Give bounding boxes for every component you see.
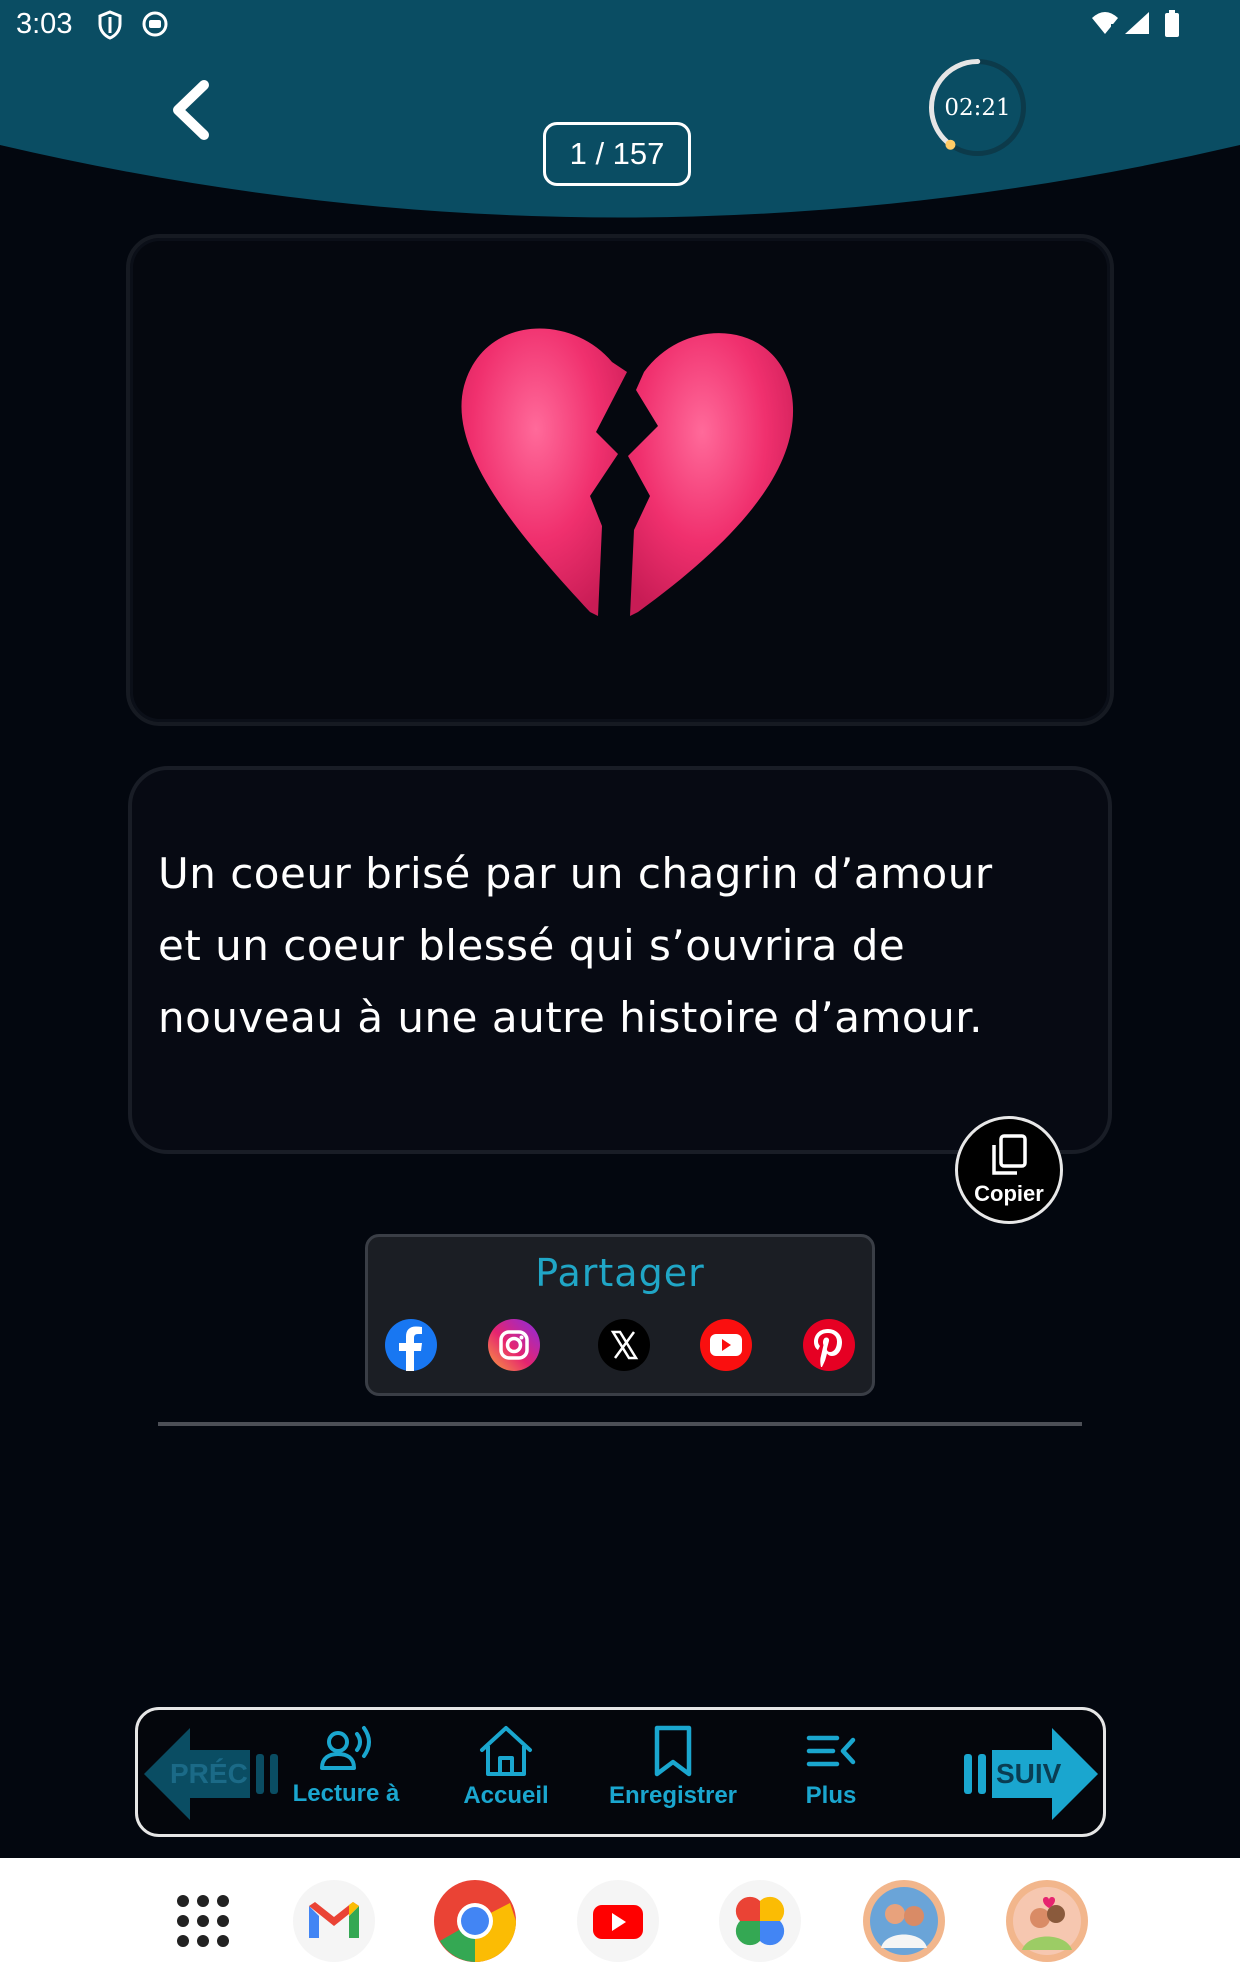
- divider: [158, 1422, 1082, 1426]
- nav-save[interactable]: Enregistrer: [598, 1724, 748, 1828]
- share-title: Partager: [535, 1251, 705, 1295]
- back-button[interactable]: [150, 70, 230, 150]
- quote-card: Un coeur brisé par un chagrin d’amour et…: [128, 766, 1112, 1154]
- quote-text: Un coeur brisé par un chagrin d’amour et…: [158, 838, 1058, 1054]
- next-button[interactable]: SUIV: [952, 1722, 1102, 1826]
- notification-app-icon: [142, 11, 168, 37]
- nav-home-label: Accueil: [463, 1782, 549, 1809]
- voice-icon: [320, 1726, 371, 1770]
- app-drawer-icon[interactable]: [160, 1878, 246, 1964]
- nav-more[interactable]: Plus: [786, 1724, 876, 1828]
- app-dock: [0, 1858, 1240, 1984]
- image-card: [126, 234, 1114, 726]
- battery-icon: [1165, 10, 1179, 37]
- x-twitter-icon[interactable]: [596, 1317, 652, 1373]
- home-icon: [480, 1726, 532, 1776]
- copy-button[interactable]: Copier: [955, 1116, 1063, 1224]
- previous-button[interactable]: PRÉC: [140, 1722, 290, 1826]
- nav-read-aloud-label: Lecture à: [292, 1780, 400, 1807]
- nav-read-aloud[interactable]: Lecture à: [286, 1724, 406, 1828]
- status-bar: 3:03: [0, 0, 1240, 50]
- menu-more-icon: [806, 1735, 856, 1767]
- bottom-nav: PRÉC Lecture à Accueil Enregistrer Plus: [135, 1707, 1106, 1837]
- timer: 02:21: [925, 55, 1030, 160]
- broken-heart-emoji: [461, 328, 794, 616]
- quote-line: Un coeur brisé par un chagrin d’amour: [158, 849, 993, 898]
- nav-more-label: Plus: [805, 1782, 857, 1809]
- couple-app-icon[interactable]: [861, 1878, 947, 1964]
- love-app-icon[interactable]: [1004, 1878, 1090, 1964]
- signal-icon: [1125, 12, 1149, 34]
- chrome-icon[interactable]: [432, 1878, 518, 1964]
- nav-home[interactable]: Accueil: [456, 1724, 556, 1828]
- previous-label: PRÉC: [170, 1758, 248, 1789]
- facebook-icon[interactable]: [383, 1317, 439, 1373]
- youtube-app-icon[interactable]: [575, 1878, 661, 1964]
- bookmark-icon: [654, 1725, 692, 1777]
- instagram-icon[interactable]: [486, 1317, 542, 1373]
- quote-line: nouveau à une autre histoire d’amour.: [158, 993, 983, 1042]
- gmail-icon[interactable]: [291, 1878, 377, 1964]
- copy-icon: [992, 1134, 1027, 1175]
- status-time: 3:03: [16, 8, 73, 40]
- timer-text: 02:21: [944, 94, 1011, 121]
- wifi-icon: [1092, 12, 1118, 34]
- quote-line: et un coeur blessé qui s’ouvrira de: [158, 921, 906, 970]
- chevron-left-icon: [173, 80, 209, 140]
- next-label: SUIV: [996, 1758, 1062, 1789]
- photos-icon[interactable]: [717, 1878, 803, 1964]
- nav-save-label: Enregistrer: [608, 1782, 738, 1809]
- share-box: Partager: [365, 1234, 875, 1396]
- shield-icon: [98, 10, 122, 40]
- youtube-icon[interactable]: [698, 1317, 754, 1373]
- pinterest-icon[interactable]: [801, 1317, 857, 1373]
- copy-label: Copier: [974, 1181, 1044, 1206]
- quote-counter: 1 / 157: [543, 122, 691, 186]
